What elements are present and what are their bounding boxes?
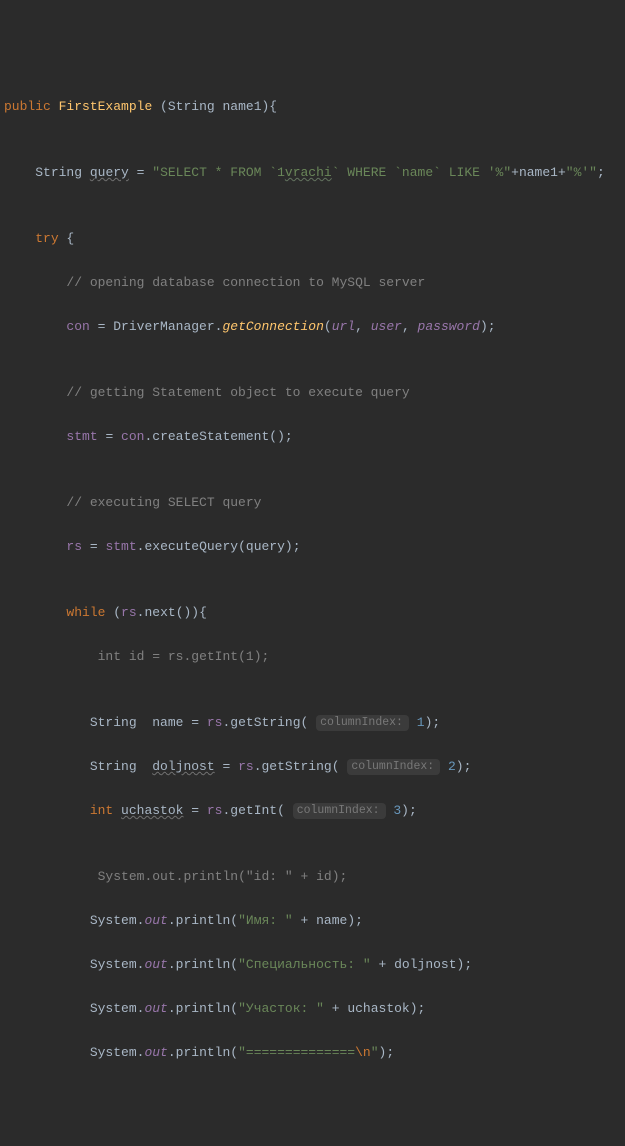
param-hint: columnIndex: bbox=[293, 803, 386, 819]
code-line[interactable]: // opening database connection to MySQL … bbox=[4, 272, 625, 294]
var-uchastok: uchastok bbox=[121, 803, 183, 818]
code-line[interactable]: System.out.println("==============\n"); bbox=[4, 1042, 625, 1064]
var-query-ref: query bbox=[246, 539, 285, 554]
param-hint: columnIndex: bbox=[347, 759, 440, 775]
keyword-while: while bbox=[66, 605, 105, 620]
keyword-try: try bbox=[35, 231, 58, 246]
number-literal: 3 bbox=[393, 803, 401, 818]
field-out: out bbox=[144, 1045, 167, 1060]
field-out: out bbox=[144, 957, 167, 972]
code-line[interactable]: String doljnost = rs.getString( columnIn… bbox=[4, 756, 625, 778]
string-literal: "%'" bbox=[566, 165, 597, 180]
code-line[interactable]: rs = stmt.executeQuery(query); bbox=[4, 536, 625, 558]
param-name1-ref: name1 bbox=[519, 165, 558, 180]
method-println: println bbox=[176, 957, 231, 972]
field-out: out bbox=[144, 1001, 167, 1016]
number-literal: 2 bbox=[448, 759, 456, 774]
method-name: FirstExample bbox=[59, 99, 153, 114]
commented-code: int id = rs.getInt(1); bbox=[98, 649, 270, 664]
code-line[interactable]: con = DriverManager.getConnection(url, u… bbox=[4, 316, 625, 338]
var-name: name bbox=[152, 715, 183, 730]
field-con: con bbox=[121, 429, 144, 444]
keyword-int: int bbox=[90, 803, 113, 818]
field-rs: rs bbox=[207, 803, 223, 818]
class-drivermanager: DriverManager bbox=[113, 319, 214, 334]
type-string: String bbox=[168, 99, 215, 114]
param-name1: name1 bbox=[222, 99, 261, 114]
commented-code: System.out.println("id: " + id); bbox=[98, 869, 348, 884]
field-rs: rs bbox=[121, 605, 137, 620]
field-url: url bbox=[332, 319, 355, 334]
field-rs: rs bbox=[66, 539, 82, 554]
type-string: String bbox=[90, 759, 137, 774]
field-password: password bbox=[418, 319, 480, 334]
code-line[interactable]: String name = rs.getString( columnIndex:… bbox=[4, 712, 625, 734]
class-system: System bbox=[90, 1001, 137, 1016]
field-stmt: stmt bbox=[66, 429, 97, 444]
code-line[interactable]: // executing SELECT query bbox=[4, 492, 625, 514]
method-executequery: executeQuery bbox=[144, 539, 238, 554]
field-user: user bbox=[371, 319, 402, 334]
string-literal: "Имя: " bbox=[238, 913, 293, 928]
comment: // executing SELECT query bbox=[66, 495, 261, 510]
var-uchastok-ref: uchastok bbox=[347, 1001, 409, 1016]
comment: // opening database connection to MySQL … bbox=[66, 275, 425, 290]
code-line[interactable]: System.out.println("Участок: " + uchasto… bbox=[4, 998, 625, 1020]
code-line[interactable]: int id = rs.getInt(1); bbox=[4, 646, 625, 668]
method-getstring: getString bbox=[262, 759, 332, 774]
code-line[interactable]: public FirstExample (String name1){ bbox=[4, 96, 625, 118]
type-string: String bbox=[35, 165, 82, 180]
field-rs: rs bbox=[238, 759, 254, 774]
code-line[interactable]: System.out.println("Имя: " + name); bbox=[4, 910, 625, 932]
var-name-ref: name bbox=[316, 913, 347, 928]
number-literal: 1 bbox=[417, 715, 425, 730]
code-line[interactable]: System.out.println("id: " + id); bbox=[4, 866, 625, 888]
code-line[interactable]: int uchastok = rs.getInt( columnIndex: 3… bbox=[4, 800, 625, 822]
class-system: System bbox=[90, 957, 137, 972]
method-println: println bbox=[176, 1001, 231, 1016]
string-literal: "Участок: " bbox=[238, 1001, 324, 1016]
class-system: System bbox=[90, 913, 137, 928]
method-println: println bbox=[176, 1045, 231, 1060]
string-literal: "SELECT * FROM `1vrachi` WHERE `name` LI… bbox=[152, 165, 511, 180]
var-doljnost: doljnost bbox=[152, 759, 214, 774]
method-getint: getInt bbox=[230, 803, 277, 818]
keyword-public: public bbox=[4, 99, 51, 114]
method-getstring: getString bbox=[230, 715, 300, 730]
code-line[interactable]: // getting Statement object to execute q… bbox=[4, 382, 625, 404]
code-line[interactable]: try { bbox=[4, 228, 625, 250]
string-literal: "==============\n" bbox=[238, 1045, 378, 1060]
field-out: out bbox=[144, 913, 167, 928]
method-getconnection: getConnection bbox=[222, 319, 323, 334]
method-println: println bbox=[176, 913, 231, 928]
string-literal: "Специальность: " bbox=[238, 957, 371, 972]
var-doljnost-ref: doljnost bbox=[394, 957, 456, 972]
method-next: next bbox=[144, 605, 175, 620]
method-createstatement: createStatement bbox=[152, 429, 269, 444]
field-rs: rs bbox=[207, 715, 223, 730]
var-query: query bbox=[90, 165, 129, 180]
code-editor[interactable]: public FirstExample (String name1){ Stri… bbox=[4, 96, 625, 1064]
comment: // getting Statement object to execute q… bbox=[66, 385, 409, 400]
field-stmt: stmt bbox=[105, 539, 136, 554]
type-string: String bbox=[90, 715, 137, 730]
code-line[interactable]: stmt = con.createStatement(); bbox=[4, 426, 625, 448]
class-system: System bbox=[90, 1045, 137, 1060]
code-line[interactable]: while (rs.next()){ bbox=[4, 602, 625, 624]
param-hint: columnIndex: bbox=[316, 715, 409, 731]
code-line[interactable]: System.out.println("Специальность: " + d… bbox=[4, 954, 625, 976]
code-line[interactable]: String query = "SELECT * FROM `1vrachi` … bbox=[4, 162, 625, 184]
field-con: con bbox=[66, 319, 89, 334]
